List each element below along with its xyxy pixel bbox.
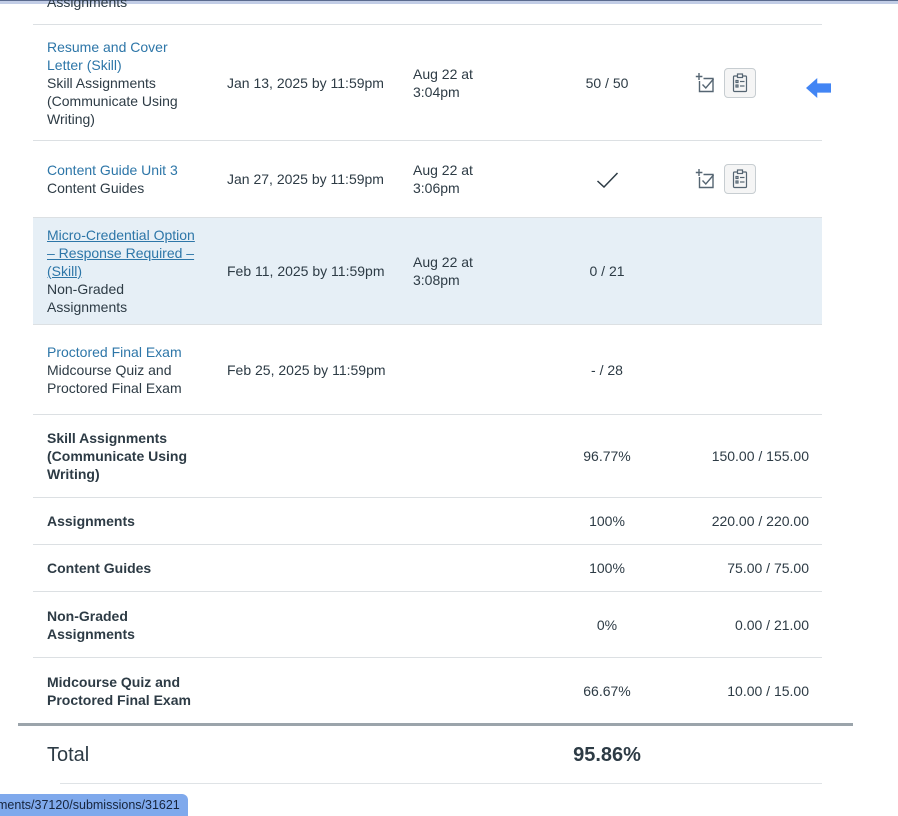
due-date: Jan 27, 2025 by 11:59pm [227, 170, 413, 188]
assignment-name-cell: Content Guide Unit 3 Content Guides [33, 161, 227, 197]
group-name: Skill Assignments (Communicate Using Wri… [33, 429, 208, 483]
grades-table: Assignments Resume and Cover Letter (Ski… [33, 4, 822, 723]
total-underline [60, 783, 822, 784]
group-name: Assignments [33, 512, 208, 530]
group-points: 0.00 / 21.00 [701, 616, 822, 634]
assignment-link[interactable]: Micro-Credential Option – Response Requi… [47, 226, 197, 280]
group-points: 220.00 / 220.00 [701, 512, 822, 530]
group-summary-row: Assignments 100% 220.00 / 220.00 [33, 498, 822, 545]
rubric-clipboard-icon [731, 73, 749, 93]
group-summary-row: Skill Assignments (Communicate Using Wri… [33, 415, 822, 498]
score-value: - / 28 [513, 361, 701, 379]
group-percent: 0% [513, 616, 701, 634]
assignment-group-label: Non-Graded Assignments [47, 280, 197, 316]
due-date: Feb 11, 2025 by 11:59pm [227, 262, 413, 280]
check-plus-icon[interactable] [695, 72, 717, 94]
submitted-date: Aug 22 at 3:06pm [413, 161, 493, 197]
total-percent: 95.86% [513, 746, 701, 764]
assignment-name-cell: Micro-Credential Option – Response Requi… [33, 226, 227, 316]
assignment-group-label: Midcourse Quiz and Proctored Final Exam [47, 361, 197, 397]
assignment-link[interactable]: Proctored Final Exam [47, 343, 197, 361]
group-summary-row: Content Guides 100% 75.00 / 75.00 [33, 545, 822, 592]
total-row: Total 95.86% [18, 726, 853, 783]
score-complete [513, 170, 701, 188]
table-row: Resume and Cover Letter (Skill) Skill As… [33, 25, 822, 141]
assignment-link[interactable]: Content Guide Unit 3 [47, 161, 197, 179]
table-row: Proctored Final Exam Midcourse Quiz and … [33, 325, 822, 415]
group-summary-row: Non-Graded Assignments 0% 0.00 / 21.00 [33, 592, 822, 658]
group-name: Non-Graded Assignments [33, 607, 208, 643]
group-points: 75.00 / 75.00 [701, 559, 822, 577]
group-points: 150.00 / 155.00 [701, 447, 822, 465]
score-value: 50 / 50 [513, 74, 701, 92]
rubric-button[interactable] [724, 68, 756, 98]
row-actions [695, 164, 822, 194]
assignment-name-cell: Resume and Cover Letter (Skill) Skill As… [33, 38, 227, 128]
assignment-link[interactable]: Resume and Cover Letter (Skill) [47, 38, 197, 74]
due-date: Jan 13, 2025 by 11:59pm [227, 74, 413, 92]
group-name: Content Guides [33, 559, 208, 577]
table-row-highlighted: Micro-Credential Option – Response Requi… [33, 218, 822, 325]
group-percent: 96.77% [513, 447, 701, 465]
row-actions [695, 68, 822, 98]
assignment-group-label: Content Guides [47, 179, 197, 197]
group-percent: 100% [513, 512, 701, 530]
status-bar-link-preview: ments/37120/submissions/31621 [0, 794, 188, 816]
score-value: 0 / 21 [513, 262, 701, 280]
total-label: Total [18, 746, 513, 764]
assignment-group-label: Skill Assignments (Communicate Using Wri… [47, 74, 197, 128]
rubric-button[interactable] [724, 164, 756, 194]
group-percent: 100% [513, 559, 701, 577]
assignment-group-label-cutoff: Assignments [47, 0, 127, 11]
total-section: Total 95.86% [18, 723, 853, 784]
submitted-date: Aug 22 at 3:08pm [413, 253, 493, 289]
group-summary-row: Midcourse Quiz and Proctored Final Exam … [33, 658, 822, 723]
group-name: Midcourse Quiz and Proctored Final Exam [33, 673, 208, 709]
checkmark-icon [596, 171, 619, 187]
group-points: 10.00 / 15.00 [701, 682, 822, 700]
table-row-cutoff: Assignments [33, 4, 822, 25]
submitted-date: Aug 22 at 3:04pm [413, 65, 493, 101]
assignment-name-cell: Proctored Final Exam Midcourse Quiz and … [33, 343, 227, 397]
due-date: Feb 25, 2025 by 11:59pm [227, 361, 413, 379]
group-percent: 66.67% [513, 682, 701, 700]
rubric-clipboard-icon [731, 169, 749, 189]
table-row: Content Guide Unit 3 Content Guides Jan … [33, 141, 822, 218]
check-plus-icon[interactable] [695, 168, 717, 190]
